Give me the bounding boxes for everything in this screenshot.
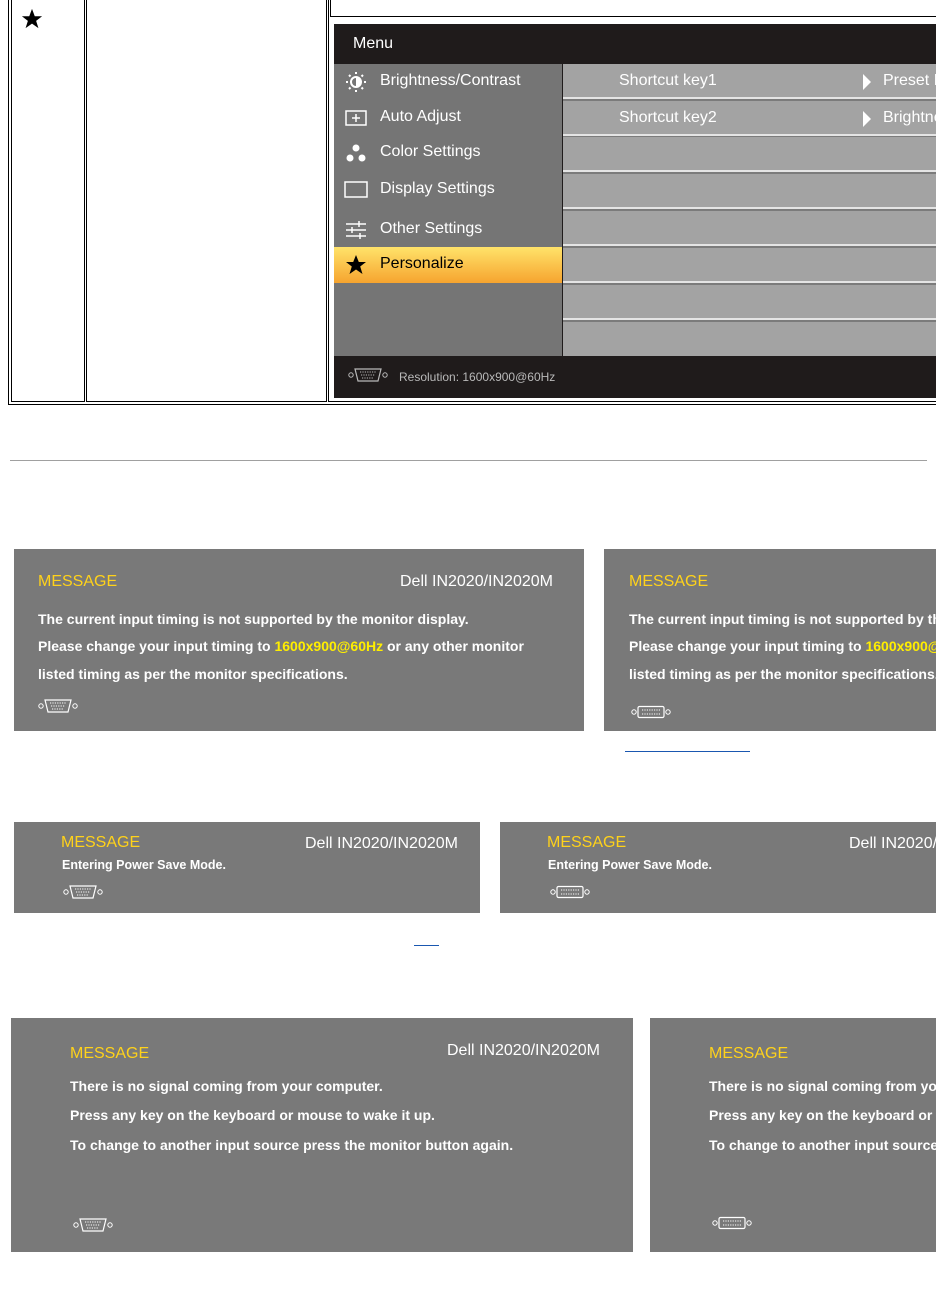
submenu-row-empty — [563, 174, 936, 209]
resolution-highlight: 1600x900@60Hz — [274, 638, 384, 654]
table-cell-description — [86, 0, 327, 402]
message-title: MESSAGE — [709, 1045, 789, 1062]
message-text: Please change your input timing to — [629, 638, 866, 654]
submenu-row-shortcut-key1[interactable]: Shortcut key1 Preset Modes — [563, 64, 936, 99]
message-title: MESSAGE — [629, 573, 709, 590]
table-cell-top — [330, 0, 936, 17]
submenu-value: Preset Modes — [883, 72, 936, 89]
hyperlink-underline[interactable] — [414, 945, 439, 946]
osd-menu: Menu Brightness/Contrast Auto Adjust Col… — [334, 24, 936, 398]
resolution-label: Resolution: 1600x900@60Hz — [399, 370, 556, 384]
message-text: or any other monitor — [383, 638, 524, 654]
star-icon — [21, 8, 43, 29]
color-settings-icon — [346, 144, 366, 162]
message-unsupported-vga: MESSAGE Dell IN2020/IN2020M The current … — [14, 549, 584, 731]
submenu-row-empty — [563, 322, 936, 356]
message-unsupported-dvi: MESSAGE The current input timing is not … — [604, 549, 936, 731]
triangle-right-icon — [863, 74, 871, 90]
menu-item-other-settings[interactable]: Other Settings — [334, 212, 562, 248]
dvi-connector-icon — [550, 885, 590, 899]
message-line: listed timing as per the monitor specifi… — [629, 666, 936, 682]
message-nosignal-vga: MESSAGE Dell IN2020/IN2020M There is no … — [11, 1018, 633, 1252]
message-title: MESSAGE — [547, 834, 627, 851]
hyperlink-underline[interactable] — [625, 751, 750, 752]
monitor-model: Dell IN2020/IN2020M — [447, 1042, 600, 1059]
message-text: Please change your input timing to — [38, 638, 275, 654]
message-line: Press any key on the keyboard or mouse t… — [709, 1107, 936, 1123]
message-line: Entering Power Save Mode. — [548, 858, 712, 872]
brightness-icon — [346, 72, 366, 92]
osd-menu-list: Brightness/Contrast Auto Adjust Color Se… — [334, 64, 562, 356]
menu-item-auto-adjust[interactable]: Auto Adjust — [334, 100, 562, 136]
message-line: The current input timing is not supporte… — [38, 611, 469, 627]
dvi-connector-icon — [631, 705, 671, 719]
menu-item-label: Personalize — [380, 255, 464, 272]
message-title: MESSAGE — [70, 1045, 150, 1062]
message-line: The current input timing is not supporte… — [629, 611, 936, 627]
message-title: MESSAGE — [38, 573, 118, 590]
menu-item-label: Other Settings — [380, 220, 483, 237]
vga-connector-icon — [63, 885, 103, 899]
table-cell-icon — [11, 0, 85, 402]
message-title: MESSAGE — [61, 834, 141, 851]
menu-item-label: Brightness/Contrast — [380, 72, 521, 89]
menu-item-color-settings[interactable]: Color Settings — [334, 135, 562, 171]
monitor-model: Dell IN2020/IN2020M — [400, 573, 553, 590]
monitor-model: Dell IN2020/IN2020M — [305, 835, 458, 852]
horizontal-divider — [10, 460, 927, 461]
submenu-row-shortcut-key2[interactable]: Shortcut key2 Brightness/Contrast — [563, 101, 936, 136]
vga-connector-icon — [38, 699, 78, 713]
submenu-row-empty — [563, 137, 936, 172]
menu-item-display-settings[interactable]: Display Settings — [334, 172, 562, 208]
monitor-model: Dell IN2020/IN2020M — [849, 835, 936, 852]
submenu-row-empty — [563, 248, 936, 283]
star-icon — [346, 255, 366, 274]
auto-adjust-icon — [345, 110, 367, 126]
menu-item-brightness-contrast[interactable]: Brightness/Contrast — [334, 64, 562, 100]
message-line: Please change your input timing to 1600x… — [629, 638, 936, 654]
menu-item-personalize[interactable]: Personalize — [334, 247, 562, 283]
display-settings-icon — [344, 181, 368, 198]
message-line: There is no signal coming from your comp… — [70, 1078, 383, 1094]
vga-connector-icon — [348, 368, 388, 382]
menu-item-label: Display Settings — [380, 180, 495, 197]
message-line: Press any key on the keyboard or mouse t… — [70, 1107, 435, 1123]
triangle-right-icon — [863, 111, 871, 127]
submenu-key: Shortcut key1 — [619, 72, 717, 89]
submenu-value: Brightness/Contrast — [883, 109, 936, 126]
message-powersave-dvi: MESSAGE Dell IN2020/IN2020M Entering Pow… — [500, 822, 936, 913]
message-line: Entering Power Save Mode. — [62, 858, 226, 872]
message-line: listed timing as per the monitor specifi… — [38, 666, 348, 682]
message-nosignal-dvi: MESSAGE There is no signal coming from y… — [650, 1018, 936, 1252]
submenu-key: Shortcut key2 — [619, 109, 717, 126]
dvi-connector-icon — [712, 1216, 752, 1230]
menu-item-label: Color Settings — [380, 143, 481, 160]
osd-title: Menu — [353, 35, 394, 52]
message-line: There is no signal coming from your comp… — [709, 1078, 936, 1094]
vga-connector-icon — [73, 1218, 113, 1232]
message-line: To change to another input source press … — [709, 1137, 936, 1153]
submenu-row-empty — [563, 211, 936, 246]
osd-submenu: Shortcut key1 Preset Modes Shortcut key2… — [563, 64, 936, 356]
other-settings-icon — [346, 221, 366, 239]
resolution-highlight: 1600x900@60Hz — [865, 638, 936, 654]
message-line: Please change your input timing to 1600x… — [38, 638, 524, 654]
message-powersave-vga: MESSAGE Dell IN2020/IN2020M Entering Pow… — [14, 822, 480, 913]
menu-item-label: Auto Adjust — [380, 108, 461, 125]
submenu-row-empty — [563, 285, 936, 320]
message-line: To change to another input source press … — [70, 1137, 514, 1153]
